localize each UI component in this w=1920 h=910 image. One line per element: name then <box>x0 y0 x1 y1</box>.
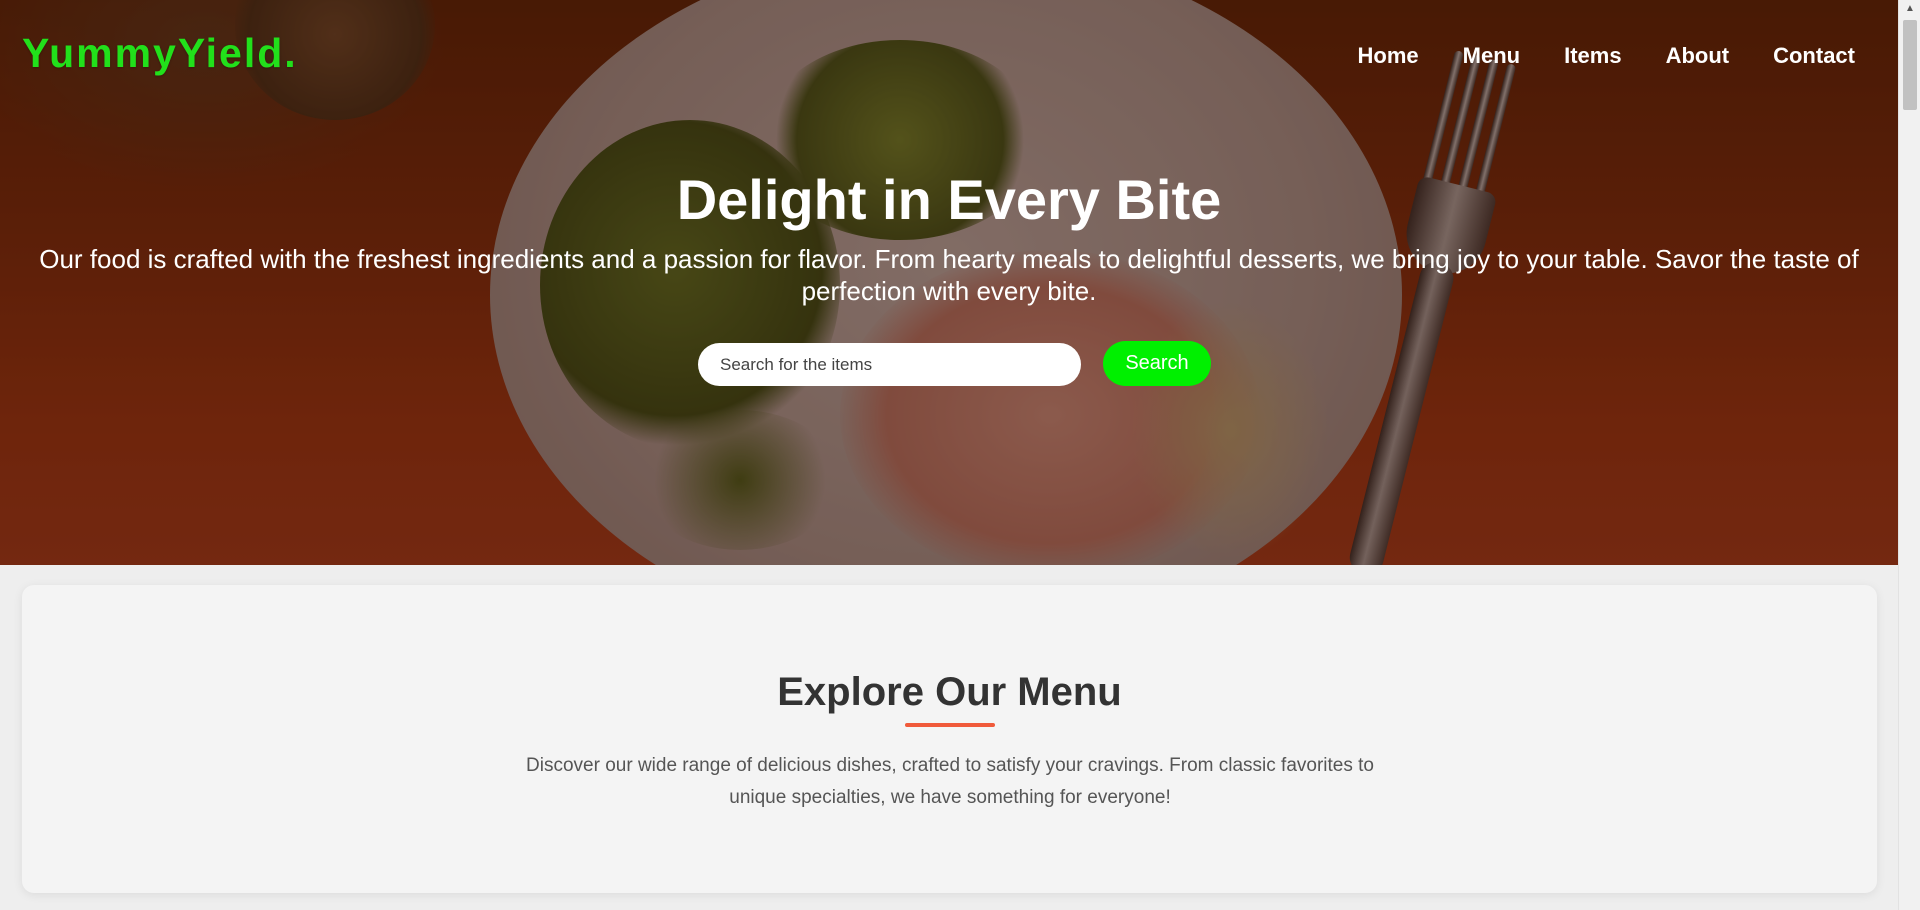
search-input[interactable] <box>698 343 1081 386</box>
section-description: Discover our wide range of delicious dis… <box>526 755 1374 808</box>
scroll-up-arrow-icon[interactable]: ▲ <box>1899 0 1920 17</box>
nav-item-home[interactable]: Home <box>1358 43 1419 69</box>
hero-description: Our food is crafted with the freshest in… <box>39 244 1859 306</box>
hero-title: Delight in Every Bite <box>676 168 1222 231</box>
nav-item-menu[interactable]: Menu <box>1463 43 1520 69</box>
explore-menu-section: Explore Our Menu Discover our wide range… <box>22 585 1877 893</box>
section-title: Explore Our Menu <box>777 670 1122 714</box>
nav-item-about[interactable]: About <box>1666 43 1730 69</box>
title-underline <box>905 723 995 727</box>
scrollbar-thumb[interactable] <box>1903 20 1917 110</box>
page-scrollbar[interactable]: ▲ <box>1898 0 1920 910</box>
nav-item-items[interactable]: Items <box>1564 43 1621 69</box>
main-nav: Home Menu Items About Contact <box>1358 43 1855 69</box>
search-button[interactable]: Search <box>1103 341 1211 386</box>
nav-item-contact[interactable]: Contact <box>1773 43 1855 69</box>
page: YummyYield. Home Menu Items About Contac… <box>0 0 1920 910</box>
site-logo[interactable]: YummyYield. <box>22 30 298 77</box>
hero-section: YummyYield. Home Menu Items About Contac… <box>0 0 1898 565</box>
